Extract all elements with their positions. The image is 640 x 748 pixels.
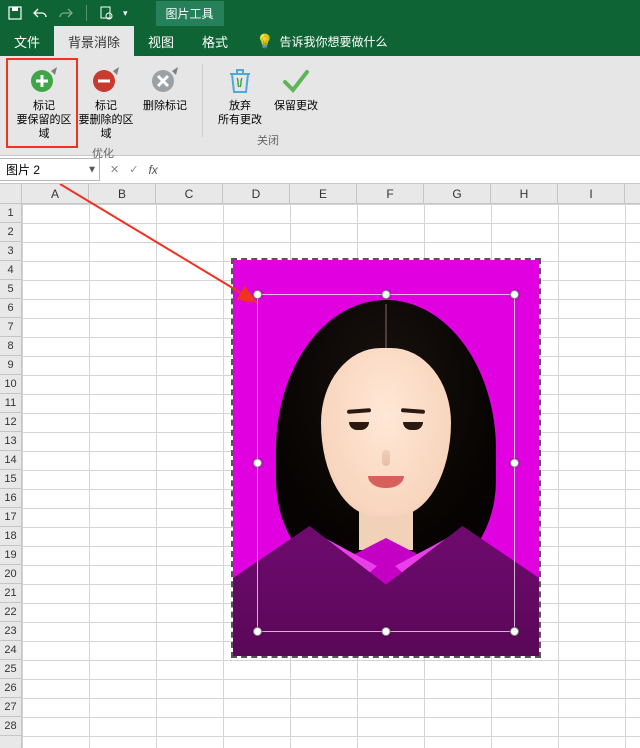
ribbon-group-close: 放弃所有更改 保留更改 关闭 <box>207 60 329 155</box>
mark-remove-sub: 要删除的区域 <box>79 114 134 140</box>
tab-view[interactable]: 视图 <box>134 26 188 56</box>
tab-format[interactable]: 格式 <box>188 26 242 56</box>
eraser-circle-icon <box>149 62 181 100</box>
crop-handle-tr[interactable] <box>510 290 519 299</box>
delete-mark-label: 删除标记 <box>143 100 187 114</box>
save-icon[interactable] <box>8 6 22 20</box>
worksheet-area: ABCDEFGHI 123456789101112131415161718192… <box>0 184 640 748</box>
ribbon-tabs: 文件 背景消除 视图 格式 💡 告诉我你想要做什么 <box>0 26 640 56</box>
crop-handle-bl[interactable] <box>253 627 262 636</box>
mark-remove-button[interactable]: 标记要删除的区域 <box>76 60 136 143</box>
minus-circle-icon <box>90 62 122 100</box>
name-box-value: 图片 2 <box>6 161 40 178</box>
context-tab-picture-tools: 图片工具 <box>156 1 224 26</box>
row-15[interactable]: 15 <box>0 470 21 489</box>
tab-background-removal[interactable]: 背景消除 <box>54 26 134 56</box>
row-9[interactable]: 9 <box>0 356 21 375</box>
keep-changes-button[interactable]: 保留更改 <box>269 60 323 130</box>
row-6[interactable]: 6 <box>0 299 21 318</box>
name-box[interactable]: 图片 2 ▼ <box>0 158 100 181</box>
row-17[interactable]: 17 <box>0 508 21 527</box>
discard-sub: 所有更改 <box>218 114 262 126</box>
row-headers[interactable]: 1234567891011121314151617181920212223242… <box>0 204 22 748</box>
ribbon: 标记要保留的区域 标记要删除的区域 删除标记 优化 放弃所有更改 保留更改 <box>0 56 640 156</box>
qat-customize-icon[interactable]: ▾ <box>123 8 128 19</box>
row-1[interactable]: 1 <box>0 204 21 223</box>
row-24[interactable]: 24 <box>0 641 21 660</box>
col-F[interactable]: F <box>357 184 424 203</box>
row-5[interactable]: 5 <box>0 280 21 299</box>
crop-handle-br[interactable] <box>510 627 519 636</box>
col-E[interactable]: E <box>290 184 357 203</box>
formula-bar: 图片 2 ▼ ✕ ✓ fx <box>0 156 640 184</box>
discard-title: 放弃 <box>229 100 251 112</box>
col-G[interactable]: G <box>424 184 491 203</box>
row-18[interactable]: 18 <box>0 527 21 546</box>
row-10[interactable]: 10 <box>0 375 21 394</box>
col-A[interactable]: A <box>22 184 89 203</box>
chevron-down-icon[interactable]: ▼ <box>87 164 97 175</box>
row-8[interactable]: 8 <box>0 337 21 356</box>
mark-keep-button[interactable]: 标记要保留的区域 <box>14 60 74 143</box>
group-label-close: 关闭 <box>257 132 279 148</box>
col-C[interactable]: C <box>156 184 223 203</box>
tab-file[interactable]: 文件 <box>0 26 54 56</box>
row-23[interactable]: 23 <box>0 622 21 641</box>
crop-handle-mr[interactable] <box>510 459 519 468</box>
row-26[interactable]: 26 <box>0 679 21 698</box>
column-headers[interactable]: ABCDEFGHI <box>22 184 640 204</box>
row-11[interactable]: 11 <box>0 394 21 413</box>
mark-keep-title: 标记 <box>33 100 55 112</box>
crop-box[interactable] <box>257 294 515 632</box>
trash-icon <box>226 62 254 100</box>
undo-icon[interactable] <box>32 7 48 19</box>
col-I[interactable]: I <box>558 184 625 203</box>
crop-handle-tl[interactable] <box>253 290 262 299</box>
row-22[interactable]: 22 <box>0 603 21 622</box>
row-13[interactable]: 13 <box>0 432 21 451</box>
crop-handle-bc[interactable] <box>382 627 391 636</box>
row-2[interactable]: 2 <box>0 223 21 242</box>
row-7[interactable]: 7 <box>0 318 21 337</box>
col-D[interactable]: D <box>223 184 290 203</box>
row-25[interactable]: 25 <box>0 660 21 679</box>
crop-handle-ml[interactable] <box>253 459 262 468</box>
redo-icon[interactable] <box>58 7 74 19</box>
crop-handle-tc[interactable] <box>382 290 391 299</box>
keep-changes-label: 保留更改 <box>274 100 318 114</box>
ribbon-group-refine: 标记要保留的区域 标记要删除的区域 删除标记 优化 <box>8 60 198 155</box>
cancel-icon[interactable]: ✕ <box>110 163 119 176</box>
check-icon <box>281 62 311 100</box>
print-preview-icon[interactable] <box>99 6 113 20</box>
plus-circle-icon <box>28 62 60 100</box>
discard-button[interactable]: 放弃所有更改 <box>213 60 267 130</box>
select-all-corner[interactable] <box>0 184 22 204</box>
row-14[interactable]: 14 <box>0 451 21 470</box>
row-16[interactable]: 16 <box>0 489 21 508</box>
mark-remove-title: 标记 <box>95 100 117 112</box>
fx-icon[interactable]: fx <box>148 163 157 177</box>
tell-me[interactable]: 💡 告诉我你想要做什么 <box>256 26 387 56</box>
col-H[interactable]: H <box>491 184 558 203</box>
row-21[interactable]: 21 <box>0 584 21 603</box>
lightbulb-icon: 💡 <box>256 33 273 50</box>
row-3[interactable]: 3 <box>0 242 21 261</box>
row-20[interactable]: 20 <box>0 565 21 584</box>
enter-icon[interactable]: ✓ <box>129 163 138 176</box>
selected-picture[interactable] <box>231 258 541 658</box>
col-B[interactable]: B <box>89 184 156 203</box>
mark-keep-sub: 要保留的区域 <box>17 114 72 140</box>
quick-access-toolbar: ▾ 图片工具 <box>0 0 640 26</box>
row-28[interactable]: 28 <box>0 717 21 736</box>
tell-me-label: 告诉我你想要做什么 <box>280 33 388 50</box>
row-19[interactable]: 19 <box>0 546 21 565</box>
row-4[interactable]: 4 <box>0 261 21 280</box>
row-27[interactable]: 27 <box>0 698 21 717</box>
delete-mark-button[interactable]: 删除标记 <box>138 60 192 143</box>
row-12[interactable]: 12 <box>0 413 21 432</box>
